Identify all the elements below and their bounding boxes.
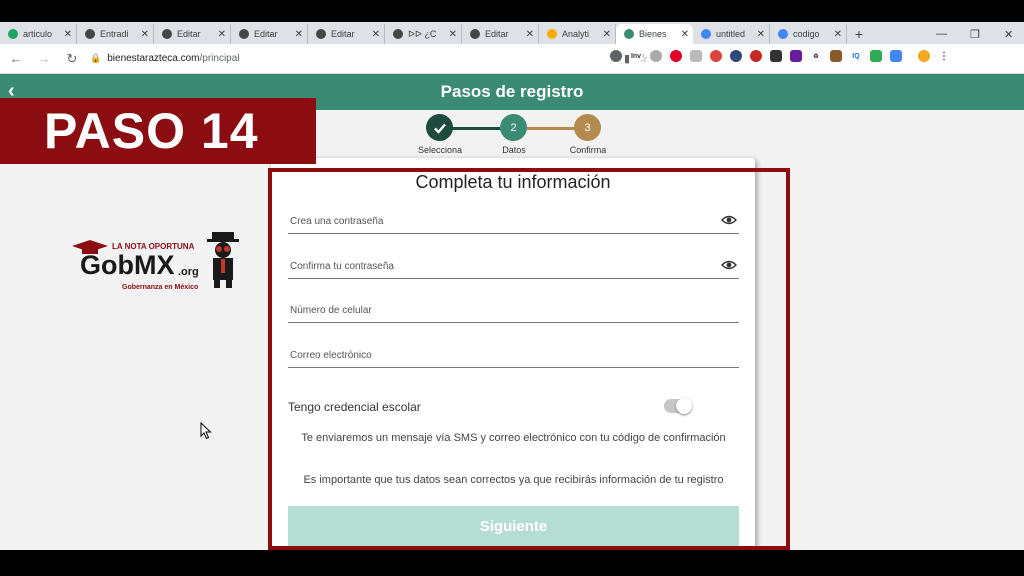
tab-title: Analyti [562, 29, 590, 39]
browser-tab[interactable]: ᐅᐅ ¿C ✕ [385, 24, 462, 44]
logo-suffix-text: .org [178, 266, 199, 278]
browser-tab[interactable]: articulo ✕ [0, 24, 77, 44]
wordpress-icon [393, 29, 403, 39]
close-tab-icon[interactable]: ✕ [64, 29, 72, 40]
extensions-bar: Inv ♻ IQ ⋮ [610, 50, 950, 62]
tab-title: Editar [254, 29, 278, 39]
tab-title: ᐅᐅ ¿C [408, 28, 437, 39]
extension-icon[interactable] [870, 50, 882, 62]
avatar[interactable] [918, 50, 930, 62]
page-content: ‹ Pasos de registro Selecciona 2 Datos 3… [0, 74, 1024, 550]
menu-icon[interactable]: ⋮ [938, 50, 950, 62]
browser-tab[interactable]: Editar ✕ [308, 24, 385, 44]
extension-icon[interactable] [710, 50, 722, 62]
wordpress-icon [85, 29, 95, 39]
close-window-icon[interactable]: ✕ [1004, 24, 1013, 44]
extension-icon[interactable] [830, 50, 842, 62]
close-tab-icon[interactable]: ✕ [526, 29, 534, 40]
close-tab-icon[interactable]: ✕ [834, 29, 842, 40]
extension-icon[interactable] [650, 50, 662, 62]
mouse-cursor-icon [200, 422, 212, 440]
close-tab-icon[interactable]: ✕ [681, 29, 689, 40]
tab-title: Entradi [100, 29, 129, 39]
restore-icon[interactable]: ❐ [970, 24, 980, 44]
extension-icon[interactable] [890, 50, 902, 62]
tab-title: Editar [485, 29, 509, 39]
reload-icon[interactable]: ↻ [60, 47, 84, 71]
address-bar[interactable]: 🔒 bienestarazteca.com/principal [90, 48, 620, 70]
browser-tab[interactable]: Editar ✕ [462, 24, 539, 44]
extension-icon[interactable] [690, 50, 702, 62]
close-tab-icon[interactable]: ✕ [295, 29, 303, 40]
step-connector [527, 127, 577, 130]
extension-icon[interactable] [730, 50, 742, 62]
browser-toolbar: ← → ↻ 🔒 bienestarazteca.com/principal ▮ … [0, 44, 1024, 74]
extension-icon[interactable] [790, 50, 802, 62]
step-3-label: Confirma [569, 145, 607, 155]
browser-tab[interactable]: Analyti ✕ [539, 24, 616, 44]
browser-tab[interactable]: untitled ✕ [693, 24, 770, 44]
step-number-banner: PASO 14 [0, 98, 316, 164]
browser-tab-strip: articulo ✕ Entradi ✕ Editar ✕ Editar ✕ Editar ✕ ᐅᐅ… [0, 22, 1024, 44]
gmail-extension-icon[interactable] [770, 50, 782, 62]
wordpress-icon [470, 29, 480, 39]
gobmx-logo: LA NOTA OPORTUNA GobMX .org Gobernanza e… [68, 228, 243, 298]
page-title: Pasos de registro [440, 82, 584, 101]
app-icon [624, 29, 634, 39]
close-tab-icon[interactable]: ✕ [141, 29, 149, 40]
wordpress-icon [162, 29, 172, 39]
tab-title: codigo [793, 29, 820, 39]
wordpress-icon [239, 29, 249, 39]
drive-icon [8, 29, 18, 39]
new-tab-button[interactable]: + [847, 24, 871, 44]
back-icon[interactable]: ← [4, 47, 28, 71]
tab-title: Editar [177, 29, 201, 39]
adblock-icon[interactable] [750, 50, 762, 62]
close-tab-icon[interactable]: ✕ [603, 29, 611, 40]
minimize-icon[interactable]: — [936, 24, 947, 44]
tab-title: untitled [716, 29, 746, 39]
step-1-check-icon [426, 114, 453, 141]
detective-figure-icon [207, 232, 239, 288]
step-3-circle: 3 [574, 114, 601, 141]
recycle-icon[interactable]: ♻ [810, 50, 822, 62]
analytics-icon [547, 29, 557, 39]
doc-icon [701, 29, 711, 39]
pinterest-icon[interactable] [670, 50, 682, 62]
forward-icon[interactable]: → [32, 47, 56, 71]
step-2-label: Datos [502, 145, 526, 155]
close-tab-icon[interactable]: ✕ [757, 29, 765, 40]
close-tab-icon[interactable]: ✕ [218, 29, 226, 40]
step-1-label: Selecciona [417, 145, 463, 155]
step-2-circle: 2 [500, 114, 527, 141]
extension-icon[interactable] [610, 50, 622, 62]
browser-tab[interactable]: codigo ✕ [770, 24, 847, 44]
browser-tab[interactable]: Editar ✕ [231, 24, 308, 44]
lock-icon: 🔒 [90, 53, 102, 63]
browser-tab[interactable]: Editar ✕ [154, 24, 231, 44]
google-icon [778, 29, 788, 39]
close-tab-icon[interactable]: ✕ [449, 29, 457, 40]
screen: articulo ✕ Entradi ✕ Editar ✕ Editar ✕ Editar ✕ ᐅᐅ… [0, 0, 1024, 576]
logo-tagline: Gobernanza en México [122, 284, 199, 291]
registration-stepper: Selecciona 2 Datos 3 Confirma [410, 114, 620, 158]
extension-icon[interactable]: IQ [850, 50, 862, 62]
wordpress-icon [316, 29, 326, 39]
browser-tab[interactable]: Bienes ✕ [616, 24, 693, 44]
logo-main-text: GobMX [80, 250, 175, 280]
tab-title: Bienes [639, 29, 667, 39]
highlight-frame [268, 168, 790, 550]
url-path: /principal [199, 53, 240, 64]
browser-tab[interactable]: Entradi ✕ [77, 24, 154, 44]
tab-title: articulo [23, 29, 53, 39]
tab-title: Editar [331, 29, 355, 39]
url-host: bienestarazteca.com [107, 53, 200, 64]
extension-icon[interactable]: Inv [630, 50, 642, 62]
close-tab-icon[interactable]: ✕ [372, 29, 380, 40]
